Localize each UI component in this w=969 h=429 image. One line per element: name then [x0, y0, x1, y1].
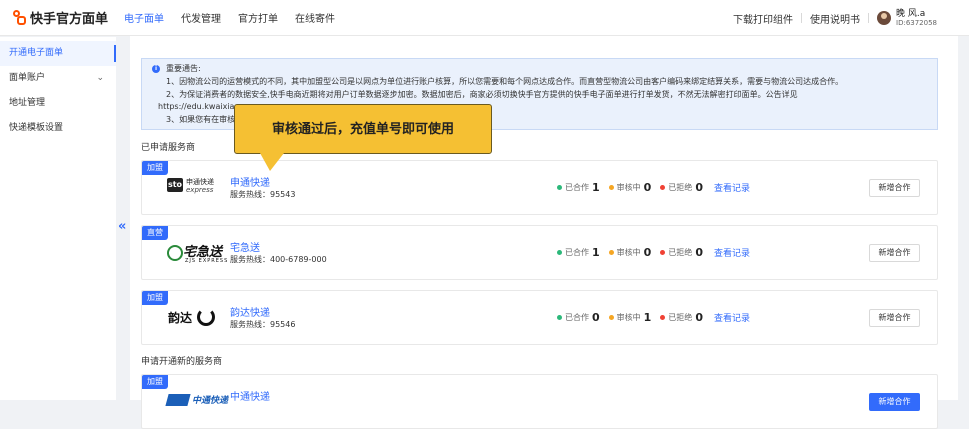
- nav-official-printing[interactable]: 官方打单: [238, 10, 278, 25]
- provider-name-link[interactable]: 宅急送: [230, 239, 260, 254]
- provider-name-link[interactable]: 韵达快递: [230, 304, 270, 319]
- provider-name-link[interactable]: 中通快递: [230, 388, 270, 403]
- provider-stats: 已合作 1 审核中 0 已拒绝 0 查看记录: [557, 181, 750, 194]
- stat-reviewing: 审核中 1: [608, 311, 651, 324]
- view-record-link[interactable]: 查看记录: [714, 246, 750, 259]
- top-right-area: 下载打印组件 使用说明书 晚 风.a ID:6372058: [733, 0, 937, 36]
- provider-type-tag: 加盟: [142, 291, 168, 305]
- provider-type-tag: 加盟: [142, 161, 168, 175]
- stat-reviewing: 审核中 0: [608, 246, 651, 259]
- divider: [868, 13, 869, 23]
- sidebar-item-waybill-account[interactable]: 面单账户 ⌄: [0, 66, 116, 91]
- view-record-link[interactable]: 查看记录: [714, 181, 750, 194]
- user-info[interactable]: 晚 风.a ID:6372058: [896, 9, 937, 28]
- chevron-down-icon: ⌄: [96, 73, 104, 83]
- divider: [801, 13, 802, 23]
- main-content: i 重要通告: 1、因物流公司的运营模式的不同，其中加盟型公司是以网点为单位进行…: [130, 36, 958, 429]
- provider-stats: 已合作 0 审核中 1 已拒绝 0 查看记录: [557, 311, 750, 324]
- app-logo-text: 快手官方面单: [30, 12, 109, 27]
- green-dot-icon: [557, 250, 562, 255]
- stat-cooperating: 已合作 0: [557, 311, 600, 324]
- sidebar-item-address-management[interactable]: 地址管理: [0, 91, 116, 116]
- provider-type-tag: 加盟: [142, 375, 168, 389]
- provider-stats: 已合作 1 审核中 0 已拒绝 0 查看记录: [557, 246, 750, 259]
- orange-dot-icon: [608, 185, 614, 190]
- main-nav: 电子面单 代发管理 官方打单 在线寄件: [124, 10, 352, 25]
- sidebar-item-shipping-template[interactable]: 快递模板设置: [0, 116, 116, 141]
- add-cooperation-button[interactable]: 新增合作: [869, 309, 920, 327]
- applied-providers-title: 已申请服务商: [141, 143, 196, 153]
- orange-dot-icon: [608, 315, 614, 320]
- sidebar: 开通电子面单 面单账户 ⌄ 地址管理 快递模板设置: [0, 37, 116, 400]
- sidebar-item-open-waybill[interactable]: 开通电子面单: [0, 41, 116, 66]
- provider-hotline: 服务热线：400-6789-000: [230, 255, 327, 264]
- sidebar-item-label: 面单账户: [9, 73, 46, 83]
- provider-card: 直营 宅急送 ZJS EXPRESS 宅急送 服务热线：400-6789-000…: [141, 225, 938, 280]
- zjs-logo-icon: 宅急送 ZJS EXPRESS: [167, 241, 227, 265]
- nav-proxy-shipping[interactable]: 代发管理: [181, 10, 221, 25]
- stat-cooperating: 已合作 1: [557, 181, 600, 194]
- user-name: 晚 风.a: [896, 8, 926, 19]
- notice-title: 重要通告:: [166, 64, 201, 73]
- notice-line: 2、为保证消费者的数据安全,快手电商近期将对用户订单数据逐步加密。数据加密后，商…: [166, 89, 798, 99]
- user-manual-link[interactable]: 使用说明书: [810, 11, 860, 26]
- add-cooperation-button[interactable]: 新增合作: [869, 393, 920, 411]
- tooltip-tail: [260, 153, 284, 171]
- red-dot-icon: [660, 250, 666, 255]
- approval-tooltip: 审核通过后，充值单号即可使用: [234, 104, 492, 154]
- new-providers-title: 申请开通新的服务商: [141, 357, 223, 367]
- provider-type-tag: 直营: [142, 226, 168, 240]
- orange-dot-icon: [608, 250, 614, 255]
- green-dot-icon: [557, 185, 562, 190]
- green-dot-icon: [557, 315, 562, 320]
- provider-hotline: 服务热线：95546: [230, 320, 296, 329]
- notice-line: 1、因物流公司的运营模式的不同，其中加盟型公司是以网点为单位进行账户核算，所以您…: [166, 76, 844, 86]
- kuaishou-logo-icon: [12, 10, 27, 25]
- app-logo[interactable]: 快手官方面单: [12, 8, 124, 27]
- add-cooperation-button[interactable]: 新增合作: [869, 179, 920, 197]
- yunda-logo-icon: 韵达: [167, 306, 223, 330]
- top-navigation-bar: 快手官方面单 电子面单 代发管理 官方打单 在线寄件 下载打印组件 使用说明书 …: [0, 0, 969, 36]
- nav-electronic-waybill[interactable]: 电子面单: [124, 10, 164, 25]
- collapse-sidebar-icon[interactable]: «: [118, 219, 126, 234]
- red-dot-icon: [660, 315, 666, 320]
- stat-rejected: 已拒绝 0: [660, 181, 703, 194]
- stat-rejected: 已拒绝 0: [660, 311, 703, 324]
- sto-logo-icon: sto 申通快递 express: [167, 178, 214, 194]
- provider-name-link[interactable]: 申通快递: [230, 174, 270, 189]
- provider-hotline: 服务热线：95543: [230, 190, 296, 199]
- stat-rejected: 已拒绝 0: [660, 246, 703, 259]
- download-print-component-link[interactable]: 下载打印组件: [733, 11, 793, 26]
- red-dot-icon: [660, 185, 666, 190]
- stat-reviewing: 审核中 0: [608, 181, 651, 194]
- stat-cooperating: 已合作 1: [557, 246, 600, 259]
- provider-card: 加盟 韵达 韵达快递 服务热线：95546 已合作 0 审核中 1 已拒绝 0 查看记…: [141, 290, 938, 345]
- view-record-link[interactable]: 查看记录: [714, 311, 750, 324]
- add-cooperation-button[interactable]: 新增合作: [869, 244, 920, 262]
- user-avatar[interactable]: [877, 11, 891, 25]
- provider-card: 加盟 中通快递 中通快递 新增合作: [141, 374, 938, 429]
- info-icon: i: [152, 65, 160, 73]
- zto-logo-icon: 中通快递: [165, 390, 228, 414]
- user-id: ID:6372058: [896, 18, 937, 27]
- nav-online-sending[interactable]: 在线寄件: [295, 10, 335, 25]
